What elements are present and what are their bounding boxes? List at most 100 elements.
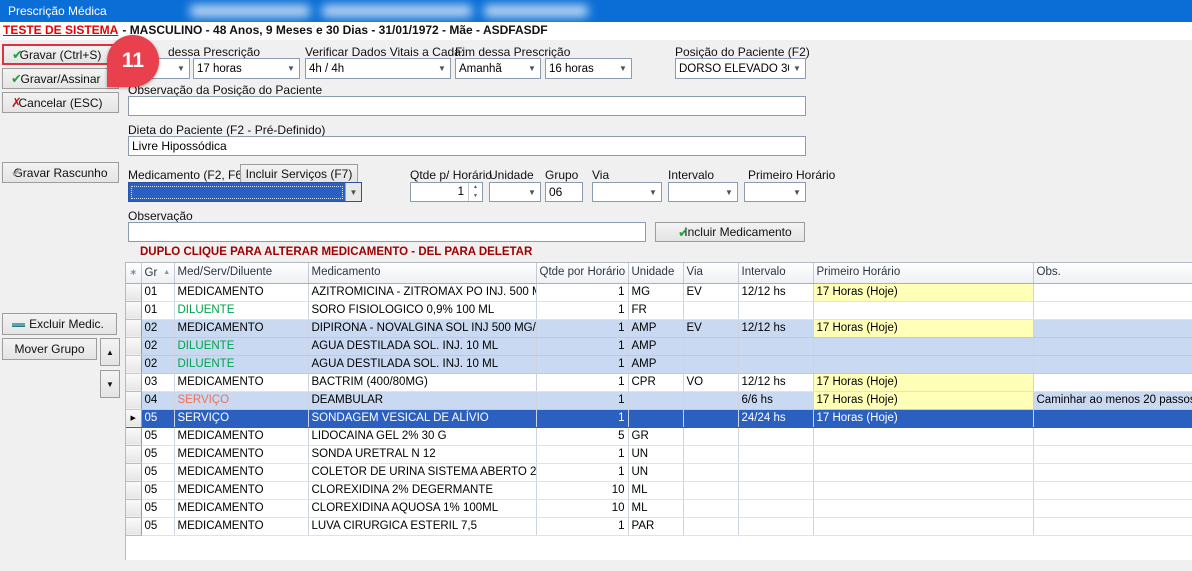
col-header-obs[interactable]: Obs.	[1033, 263, 1192, 283]
cell-obs[interactable]	[1033, 337, 1192, 355]
row-indicator[interactable]: ▶	[126, 409, 141, 427]
save-sign-button[interactable]: ✔ Gravar/Assinar	[2, 68, 119, 89]
cell-medication[interactable]: AGUA DESTILADA SOL. INJ. 10 ML	[308, 337, 536, 355]
position-obs-input[interactable]	[128, 96, 806, 116]
cell-interval[interactable]	[738, 427, 813, 445]
cell-first-time[interactable]: 17 Horas (Hoje)	[813, 319, 1033, 337]
via-select[interactable]: ▼	[592, 182, 662, 202]
cell-via[interactable]	[683, 463, 738, 481]
cell-first-time[interactable]	[813, 427, 1033, 445]
cell-medication[interactable]: LUVA CIRURGICA ESTERIL 7,5	[308, 517, 536, 535]
cell-qty[interactable]: 1	[536, 463, 628, 481]
grid-row[interactable]: 05 MEDICAMENTO CLOREXIDINA AQUOSA 1% 100…	[126, 499, 1192, 517]
remove-medication-button[interactable]: Excluir Medic.	[2, 313, 117, 335]
cell-medication[interactable]: CLOREXIDINA AQUOSA 1% 100ML	[308, 499, 536, 517]
col-header-first-time[interactable]: Primeiro Horário	[813, 263, 1033, 283]
cell-interval[interactable]	[738, 301, 813, 319]
cell-first-time[interactable]	[813, 301, 1033, 319]
cell-via[interactable]	[683, 391, 738, 409]
cell-medication[interactable]: CLOREXIDINA 2% DEGERMANTE	[308, 481, 536, 499]
cell-via[interactable]: EV	[683, 283, 738, 301]
cell-type[interactable]: MEDICAMENTO	[174, 481, 308, 499]
grid-row[interactable]: 02 DILUENTE AGUA DESTILADA SOL. INJ. 10 …	[126, 337, 1192, 355]
cell-via[interactable]	[683, 355, 738, 373]
cell-obs[interactable]	[1033, 319, 1192, 337]
cell-type[interactable]: MEDICAMENTO	[174, 517, 308, 535]
cell-unit[interactable]: AMP	[628, 355, 683, 373]
row-indicator[interactable]	[126, 517, 141, 535]
cell-gr[interactable]: 05	[141, 517, 174, 535]
cell-first-time[interactable]: 17 Horas (Hoje)	[813, 283, 1033, 301]
cell-interval[interactable]	[738, 355, 813, 373]
grid-row[interactable]: 05 MEDICAMENTO COLETOR DE URINA SISTEMA …	[126, 463, 1192, 481]
cell-via[interactable]	[683, 427, 738, 445]
vitals-interval-select[interactable]: 4h / 4h▼	[305, 58, 451, 79]
end-time-select[interactable]: 16 horas▼	[545, 58, 632, 79]
row-indicator[interactable]	[126, 463, 141, 481]
start-time-select[interactable]: 17 horas▼	[193, 58, 300, 79]
row-indicator[interactable]	[126, 283, 141, 301]
cell-interval[interactable]: 12/12 hs	[738, 283, 813, 301]
group-input[interactable]	[545, 182, 583, 202]
cell-first-time[interactable]	[813, 499, 1033, 517]
cell-first-time[interactable]	[813, 445, 1033, 463]
cell-unit[interactable]: ML	[628, 481, 683, 499]
cell-type[interactable]: SERVIÇO	[174, 409, 308, 427]
grid-row[interactable]: 05 MEDICAMENTO LUVA CIRURGICA ESTERIL 7,…	[126, 517, 1192, 535]
col-header-via[interactable]: Via	[683, 263, 738, 283]
cell-unit[interactable]	[628, 409, 683, 427]
cell-via[interactable]	[683, 481, 738, 499]
cell-type[interactable]: MEDICAMENTO	[174, 373, 308, 391]
move-group-up-button[interactable]: ▲	[100, 338, 120, 366]
interval-select[interactable]: ▼	[668, 182, 738, 202]
col-header-gr[interactable]: Gr▲	[141, 263, 174, 283]
row-indicator[interactable]	[126, 481, 141, 499]
cell-unit[interactable]: UN	[628, 463, 683, 481]
cell-interval[interactable]: 24/24 hs	[738, 409, 813, 427]
cell-gr[interactable]: 02	[141, 319, 174, 337]
cell-first-time[interactable]	[813, 481, 1033, 499]
cell-type[interactable]: MEDICAMENTO	[174, 427, 308, 445]
cell-obs[interactable]	[1033, 427, 1192, 445]
grid-row[interactable]: 05 MEDICAMENTO CLOREXIDINA 2% DEGERMANTE…	[126, 481, 1192, 499]
cell-type[interactable]: MEDICAMENTO	[174, 445, 308, 463]
row-indicator[interactable]	[126, 301, 141, 319]
row-indicator[interactable]	[126, 355, 141, 373]
cell-interval[interactable]	[738, 463, 813, 481]
patient-position-select[interactable]: DORSO ELEVADO 30 G▼	[675, 58, 806, 79]
cell-interval[interactable]	[738, 445, 813, 463]
grid-row[interactable]: 02 MEDICAMENTO DIPIRONA - NOVALGINA SOL …	[126, 319, 1192, 337]
cell-medication[interactable]: SORO FISIOLOGICO 0,9% 100 ML	[308, 301, 536, 319]
cell-obs[interactable]	[1033, 517, 1192, 535]
cell-medication[interactable]: COLETOR DE URINA SISTEMA ABERTO 2000ML	[308, 463, 536, 481]
row-indicator[interactable]	[126, 373, 141, 391]
cell-type[interactable]: DILUENTE	[174, 355, 308, 373]
cell-gr[interactable]: 05	[141, 481, 174, 499]
cell-medication[interactable]: SONDAGEM VESICAL DE ALÍVIO	[308, 409, 536, 427]
cell-obs[interactable]	[1033, 373, 1192, 391]
cell-unit[interactable]: CPR	[628, 373, 683, 391]
cell-medication[interactable]: BACTRIM (400/80MG)	[308, 373, 536, 391]
diet-input[interactable]	[128, 136, 806, 156]
row-indicator[interactable]	[126, 499, 141, 517]
cell-qty[interactable]: 1	[536, 409, 628, 427]
grid-row[interactable]: 02 DILUENTE AGUA DESTILADA SOL. INJ. 10 …	[126, 355, 1192, 373]
cell-obs[interactable]	[1033, 445, 1192, 463]
grid-row[interactable]: ▶ 05 SERVIÇO SONDAGEM VESICAL DE ALÍVIO …	[126, 409, 1192, 427]
cell-via[interactable]	[683, 517, 738, 535]
move-group-down-button[interactable]: ▼	[100, 370, 120, 398]
cell-type[interactable]: MEDICAMENTO	[174, 319, 308, 337]
cell-obs[interactable]	[1033, 463, 1192, 481]
cell-obs[interactable]	[1033, 301, 1192, 319]
cell-obs[interactable]: Caminhar ao menos 20 passos	[1033, 391, 1192, 409]
cell-interval[interactable]	[738, 481, 813, 499]
cell-via[interactable]	[683, 337, 738, 355]
move-group-button[interactable]: Mover Grupo	[2, 338, 97, 360]
cell-gr[interactable]: 05	[141, 427, 174, 445]
cell-unit[interactable]: AMP	[628, 337, 683, 355]
cell-first-time[interactable]	[813, 463, 1033, 481]
cell-via[interactable]	[683, 445, 738, 463]
cell-gr[interactable]: 05	[141, 463, 174, 481]
cell-interval[interactable]: 6/6 hs	[738, 391, 813, 409]
spinner-up-icon[interactable]: ▲	[469, 183, 482, 192]
